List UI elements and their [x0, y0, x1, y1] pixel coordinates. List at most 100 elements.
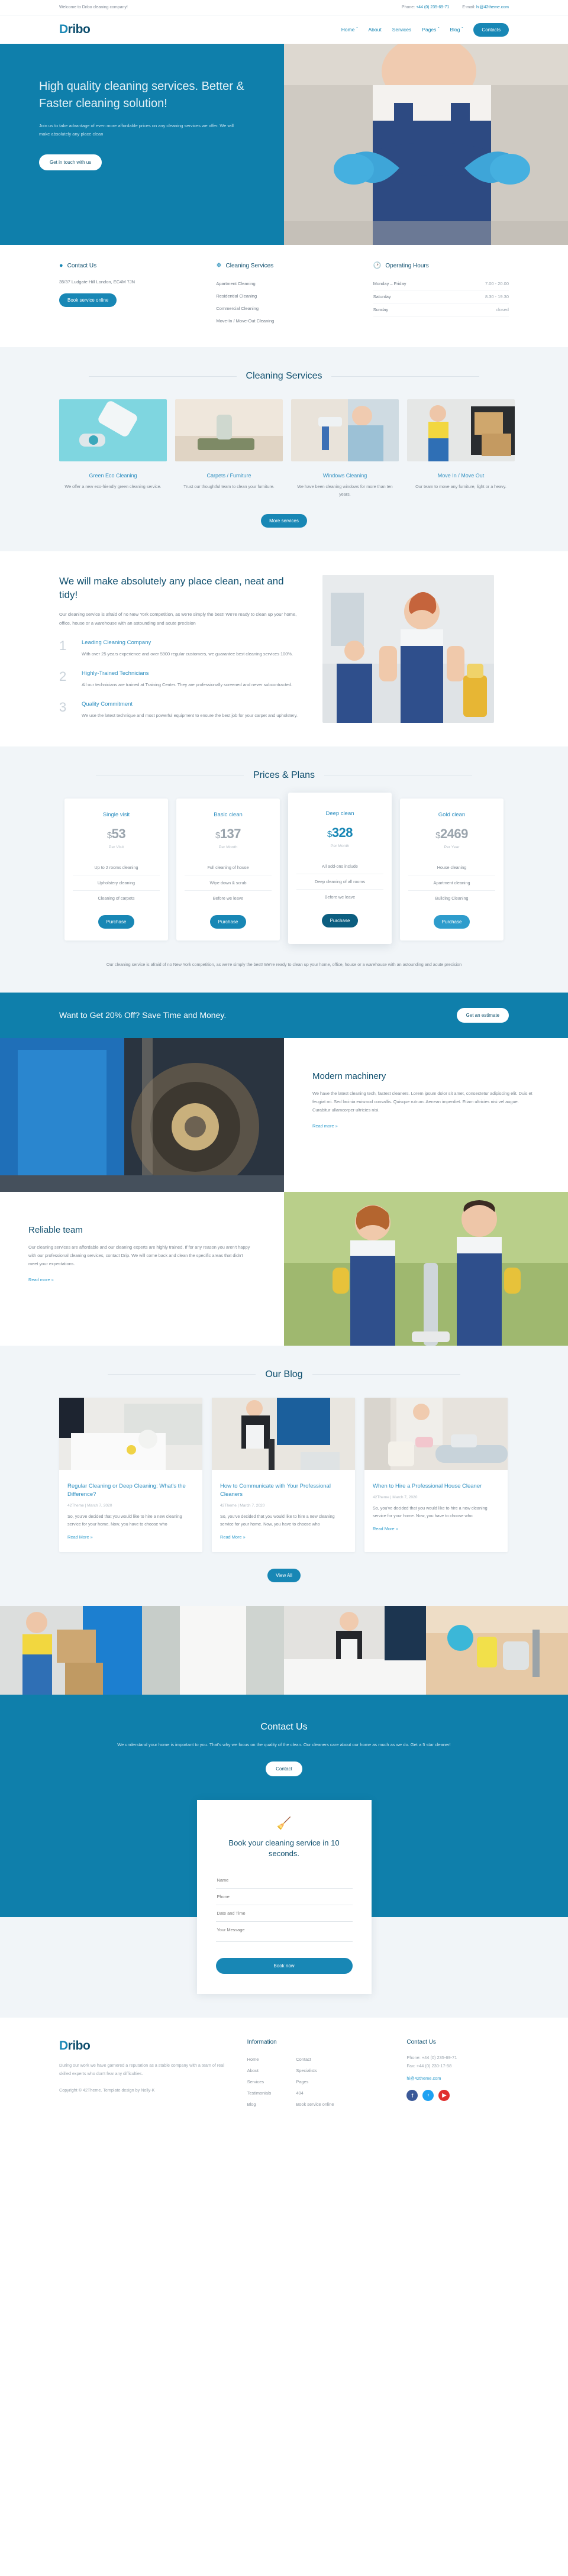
list-item[interactable]: Residential Cleaning: [216, 290, 351, 302]
get-an-estimate-button[interactable]: Get an estimate: [456, 1007, 509, 1023]
read-more-link[interactable]: Read More »: [67, 1534, 93, 1540]
team-image: [284, 1191, 568, 1346]
pricing-grid: Single visit $53 Per Visit Up to 2 rooms…: [59, 792, 509, 944]
more-services-button[interactable]: More services: [261, 513, 307, 528]
point-title: Leading Cleaning Company: [82, 639, 151, 647]
message-field[interactable]: [215, 1921, 353, 1942]
list-item[interactable]: Book service online: [296, 2099, 334, 2110]
list-item: Upholstery cleaning: [73, 875, 160, 891]
footer-logo[interactable]: Dribo: [59, 2039, 230, 2053]
list-item[interactable]: Pages: [296, 2076, 334, 2087]
nav-item-blog[interactable]: Blog ˇ: [450, 27, 463, 33]
footer-fax: Fax: +44 (0) 230-17-58: [406, 2063, 452, 2069]
pricing-card-gold-clean: Gold clean $2469 Per Year House cleaning…: [400, 798, 504, 940]
info-services-title: Cleaning Services: [225, 263, 274, 269]
list-item[interactable]: Testimonials: [247, 2087, 272, 2099]
gallery-item[interactable]: [0, 1605, 142, 1695]
blog-post-card[interactable]: Regular Cleaning or Deep Cleaning: What'…: [59, 1397, 202, 1552]
post-title[interactable]: When to Hire a Professional House Cleane…: [373, 1482, 499, 1491]
service-card[interactable]: Green Eco Cleaning We offer a new eco-fr…: [59, 399, 167, 499]
about-lead: Our cleaning service is afraid of no New…: [59, 611, 297, 626]
site-footer: Dribo During our work we have garnered a…: [0, 2017, 568, 2128]
contact-button[interactable]: Contact: [266, 1761, 302, 1776]
post-title[interactable]: How to Communicate with Your Professiona…: [220, 1482, 347, 1499]
read-more-link[interactable]: Read more »: [312, 1123, 338, 1129]
top-email: E-mail: hi@42theme.com: [462, 5, 509, 9]
nav-item-home[interactable]: Home ˇ: [341, 27, 358, 33]
purchase-button[interactable]: Purchase: [433, 914, 470, 929]
table-row: Monday – Friday 7.00 - 20.00: [373, 277, 509, 290]
divider: [331, 376, 480, 377]
email-link[interactable]: hi@42theme.com: [476, 5, 509, 9]
list-item[interactable]: Apartment Cleaning: [216, 277, 351, 290]
nav-item-pages[interactable]: Pages ˇ: [422, 27, 439, 33]
about-point: 1 Leading Cleaning Company With over 25 y…: [59, 639, 299, 658]
list-item[interactable]: Commercial Cleaning: [216, 302, 351, 315]
plan-name: Basic clean: [214, 811, 243, 818]
machinery-image: [0, 1037, 284, 1192]
service-card[interactable]: Move In / Move Out Our team to move any …: [407, 399, 515, 499]
list-item[interactable]: Blog: [247, 2099, 272, 2110]
section-title: Our Blog: [265, 1369, 303, 1379]
list-item[interactable]: About: [247, 2065, 272, 2076]
list-item[interactable]: Home: [247, 2054, 272, 2065]
email-label: E-mail:: [462, 5, 476, 9]
datetime-field[interactable]: [215, 1905, 353, 1922]
list-item[interactable]: Contact: [296, 2054, 334, 2065]
youtube-icon[interactable]: ▶: [438, 2090, 450, 2102]
booking-form-wrapper: 🧹 Book your cleaning service in 10 secon…: [0, 1799, 568, 2018]
blog-post-card[interactable]: When to Hire a Professional House Cleane…: [364, 1397, 508, 1552]
list-item[interactable]: Services: [247, 2076, 272, 2087]
purchase-button[interactable]: Purchase: [98, 914, 135, 929]
twitter-icon[interactable]: ᵗ: [422, 2090, 434, 2102]
facebook-icon[interactable]: f: [406, 2090, 418, 2102]
name-field[interactable]: [215, 1872, 353, 1889]
book-service-online-button[interactable]: Book service online: [59, 293, 117, 307]
cleaning-woman-photo: [322, 574, 494, 723]
post-title[interactable]: Regular Cleaning or Deep Cleaning: What'…: [67, 1482, 194, 1499]
list-item[interactable]: 404: [296, 2087, 334, 2099]
hero-copy: High quality cleaning services. Better &…: [0, 44, 284, 245]
main-navbar: Dribo Home ˇ About Services Pages ˇ Blog ˇ …: [0, 15, 568, 44]
list-item: Building Cleaning: [435, 895, 469, 901]
phone-link[interactable]: +44 (0) 235-69-71: [416, 5, 449, 9]
footer-links-col2: Contact Specialists Pages 404 Book servi…: [296, 2054, 334, 2110]
read-more-link[interactable]: Read More »: [220, 1534, 246, 1540]
read-more-link[interactable]: Read More »: [373, 1526, 398, 1531]
gallery-item[interactable]: [426, 1605, 568, 1695]
machinery-copy: Modern machinery We have the latest clea…: [284, 1038, 568, 1192]
book-now-button[interactable]: Book now: [215, 1957, 353, 1974]
list-item: Cleaning of carpets: [98, 895, 135, 901]
service-title: Move In / Move Out: [437, 473, 485, 479]
gallery-item[interactable]: [284, 1605, 426, 1695]
view-all-button[interactable]: View All: [267, 1568, 301, 1582]
section-title: Prices & Plans: [253, 770, 315, 780]
nav-item-about[interactable]: About: [368, 27, 381, 33]
plan-features: Up to 2 rooms cleaning Upholstery cleani…: [73, 860, 160, 906]
contacts-button[interactable]: Contacts: [473, 22, 509, 37]
footer-information: Information Home About Services Testimon…: [247, 2039, 389, 2110]
read-more-link[interactable]: Read more »: [28, 1277, 54, 1282]
purchase-button[interactable]: Purchase: [321, 913, 359, 927]
plan-features: Full cleaning of house Wipe down & scrub…: [185, 860, 272, 906]
site-logo[interactable]: Dribo: [59, 22, 91, 37]
service-card[interactable]: Carpets / Furniture Trust our thoughtful…: [175, 399, 283, 499]
footer-email-link[interactable]: hi@42theme.com: [406, 2076, 441, 2081]
plan-period: Per Month: [218, 845, 238, 849]
plan-features: All add-ons include Deep cleaning of all…: [296, 859, 383, 904]
blog-post-card[interactable]: How to Communicate with Your Professiona…: [212, 1397, 355, 1552]
map-pin-icon: ●: [59, 262, 63, 269]
list-item[interactable]: Move-In / Move-Out Cleaning: [216, 315, 351, 327]
hero-cta-button[interactable]: Get in touch with us: [39, 154, 102, 170]
point-title: Highly-Trained Technicians: [82, 670, 149, 677]
about-copy: We will make absolutely any place clean,…: [59, 575, 299, 720]
top-bar: Welcome to Dribo cleaning company! Phone…: [0, 0, 568, 15]
phone-field[interactable]: [215, 1888, 353, 1905]
footer-information-title: Information: [247, 2038, 277, 2045]
purchase-button[interactable]: Purchase: [209, 914, 247, 929]
divider: [88, 376, 237, 377]
gallery-item[interactable]: [142, 1605, 284, 1695]
list-item[interactable]: Specialists: [296, 2065, 334, 2076]
nav-item-services[interactable]: Services: [392, 27, 412, 33]
service-card[interactable]: Windows Cleaning We have been cleaning w…: [291, 399, 399, 499]
